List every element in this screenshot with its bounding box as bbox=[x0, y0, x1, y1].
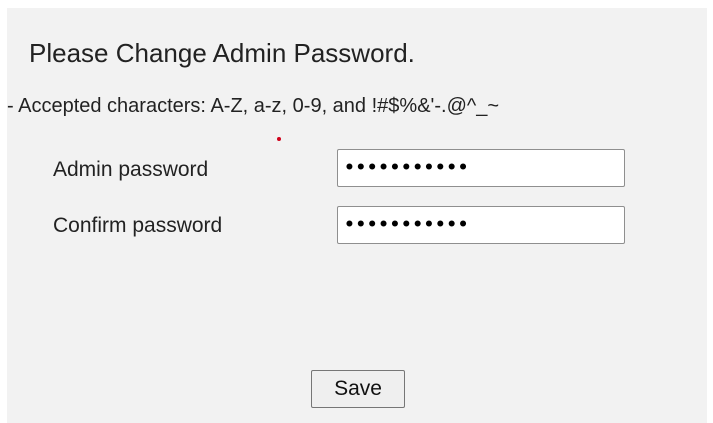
password-change-panel: Please Change Admin Password. - Accepted… bbox=[7, 8, 707, 423]
admin-password-label: Admin password bbox=[53, 158, 209, 181]
accepted-characters-note: - Accepted characters: A-Z, a-z, 0-9, an… bbox=[7, 95, 500, 117]
page-title: Please Change Admin Password. bbox=[29, 38, 415, 68]
save-button[interactable]: Save bbox=[311, 370, 405, 408]
confirm-password-input[interactable] bbox=[337, 206, 625, 244]
confirm-password-label: Confirm password bbox=[53, 214, 223, 237]
required-indicator bbox=[277, 137, 281, 141]
admin-password-input[interactable] bbox=[337, 149, 625, 187]
